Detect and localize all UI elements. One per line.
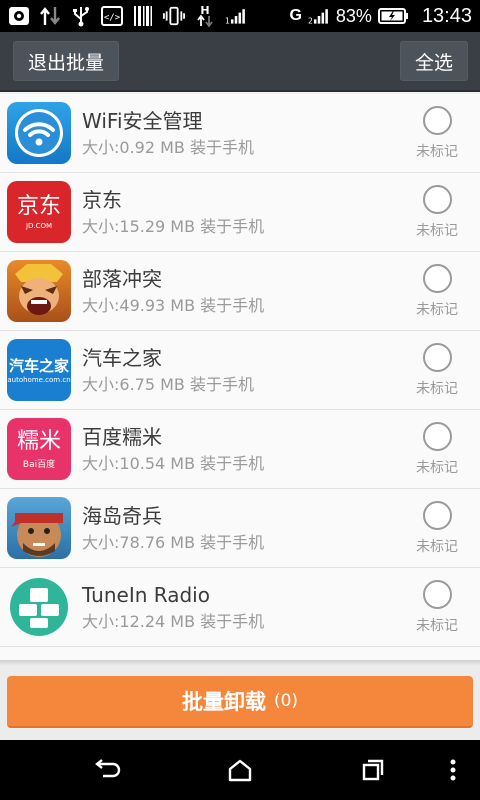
- list-item[interactable]: TuneIn Radio 大小:12.24 MB 装于手机 未标记: [0, 568, 480, 647]
- mark-status: 未标记: [416, 459, 458, 476]
- app-size: 大小:0.92 MB 装于手机: [82, 137, 254, 157]
- back-icon[interactable]: [92, 755, 122, 785]
- home-icon[interactable]: [225, 755, 255, 785]
- network-type: G: [289, 7, 302, 24]
- recent-apps-icon[interactable]: [358, 755, 388, 785]
- batch-uninstall-button[interactable]: 批量卸载 (0): [7, 676, 473, 728]
- jd-logo-sub: JD.COM: [25, 222, 53, 230]
- battery-percent: 83%: [335, 5, 372, 26]
- barcode-icon: [132, 6, 154, 26]
- bottom-bar: 批量卸载 (0): [0, 666, 480, 740]
- usb-icon: [70, 6, 92, 27]
- debug-icon: </>: [101, 6, 123, 26]
- app-name: WiFi安全管理: [82, 108, 203, 133]
- action-bar: 退出批量 全选: [0, 32, 480, 92]
- mark-status: 未标记: [416, 617, 458, 634]
- wifi-icon: [7, 102, 71, 164]
- list-item[interactable]: 京东 JD.COM 京东 大小:15.29 MB 装于手机 未标记: [0, 173, 480, 252]
- hplus-icon: H: [194, 4, 216, 28]
- list-item[interactable]: 部落冲突 大小:49.93 MB 装于手机 未标记: [0, 252, 480, 331]
- app-name: TuneIn Radio: [82, 582, 210, 607]
- svg-text:1: 1: [225, 17, 230, 26]
- mark-status: 未标记: [416, 301, 458, 318]
- jd-icon: 京东 JD.COM: [7, 181, 71, 243]
- app-name: 海岛奇兵: [82, 503, 162, 528]
- clock: 13:43: [421, 4, 472, 27]
- autohome-icon: 汽车之家 autohome.com.cn: [7, 339, 71, 401]
- mark-status: 未标记: [416, 538, 458, 555]
- select-checkbox[interactable]: [422, 263, 452, 293]
- app-size: 大小:6.75 MB 装于手机: [82, 374, 254, 394]
- select-checkbox[interactable]: [422, 579, 452, 609]
- mark-status: 未标记: [416, 143, 458, 160]
- app-name: 京东: [82, 187, 122, 212]
- app-list[interactable]: WiFi安全管理 大小:0.92 MB 装于手机 未标记 京东 JD.COM 京…: [0, 94, 480, 660]
- tunein-icon: [7, 576, 71, 638]
- boombeach-icon: [7, 497, 71, 559]
- selected-count: (0): [273, 691, 299, 711]
- signal-icon: 1: [225, 6, 247, 26]
- nuomi-icon: 糯米 Bai百度: [7, 418, 71, 480]
- select-checkbox[interactable]: [422, 105, 452, 135]
- list-item[interactable]: [0, 647, 480, 660]
- mark-status: 未标记: [416, 222, 458, 239]
- app-name: 汽车之家: [82, 345, 162, 370]
- status-bar: </> H 1 G 2 83% 13:43: [0, 0, 480, 32]
- app-size: 大小:49.93 MB 装于手机: [82, 295, 265, 315]
- app-size: 大小:10.54 MB 装于手机: [82, 453, 265, 473]
- select-checkbox[interactable]: [422, 421, 452, 451]
- list-item[interactable]: 糯米 Bai百度 百度糯米 大小:10.54 MB 装于手机 未标记: [0, 410, 480, 489]
- app-size: 大小:78.76 MB 装于手机: [82, 532, 265, 552]
- list-item[interactable]: WiFi安全管理 大小:0.92 MB 装于手机 未标记: [0, 94, 480, 173]
- select-checkbox[interactable]: [422, 342, 452, 372]
- autohome-logo-text: 汽车之家: [8, 356, 69, 375]
- autohome-logo-sub: autohome.com.cn: [7, 375, 71, 384]
- signal-icon: 2: [308, 6, 330, 26]
- list-item[interactable]: 汽车之家 autohome.com.cn 汽车之家 大小:6.75 MB 装于手…: [0, 331, 480, 410]
- app-size: 大小:12.24 MB 装于手机: [82, 611, 265, 631]
- nuomi-logo-sub: Bai百度: [22, 459, 56, 470]
- battery-charging-icon: [377, 6, 410, 26]
- data-arrows-icon: [39, 6, 61, 26]
- settings-icon: [8, 6, 30, 26]
- app-size: 大小:15.29 MB 装于手机: [82, 216, 265, 236]
- svg-text:2: 2: [308, 17, 313, 26]
- select-all-button[interactable]: 全选: [399, 41, 468, 81]
- vibrate-icon: [163, 6, 185, 26]
- svg-text:</>: </>: [104, 13, 121, 23]
- clash-icon: [7, 260, 71, 322]
- svg-text:H: H: [200, 4, 209, 17]
- exit-batch-button[interactable]: 退出批量: [13, 41, 120, 81]
- app-name: 百度糯米: [82, 424, 162, 449]
- navigation-bar: [0, 740, 480, 800]
- batch-uninstall-label: 批量卸载: [181, 690, 266, 714]
- jd-logo-text: 京东: [16, 194, 61, 219]
- select-checkbox[interactable]: [422, 500, 452, 530]
- mark-status: 未标记: [416, 380, 458, 397]
- app-name: 部落冲突: [82, 266, 162, 291]
- list-item[interactable]: 海岛奇兵 大小:78.76 MB 装于手机 未标记: [0, 489, 480, 568]
- nuomi-logo-text: 糯米: [16, 428, 61, 454]
- overflow-menu-icon[interactable]: [438, 755, 468, 785]
- select-checkbox[interactable]: [422, 184, 452, 214]
